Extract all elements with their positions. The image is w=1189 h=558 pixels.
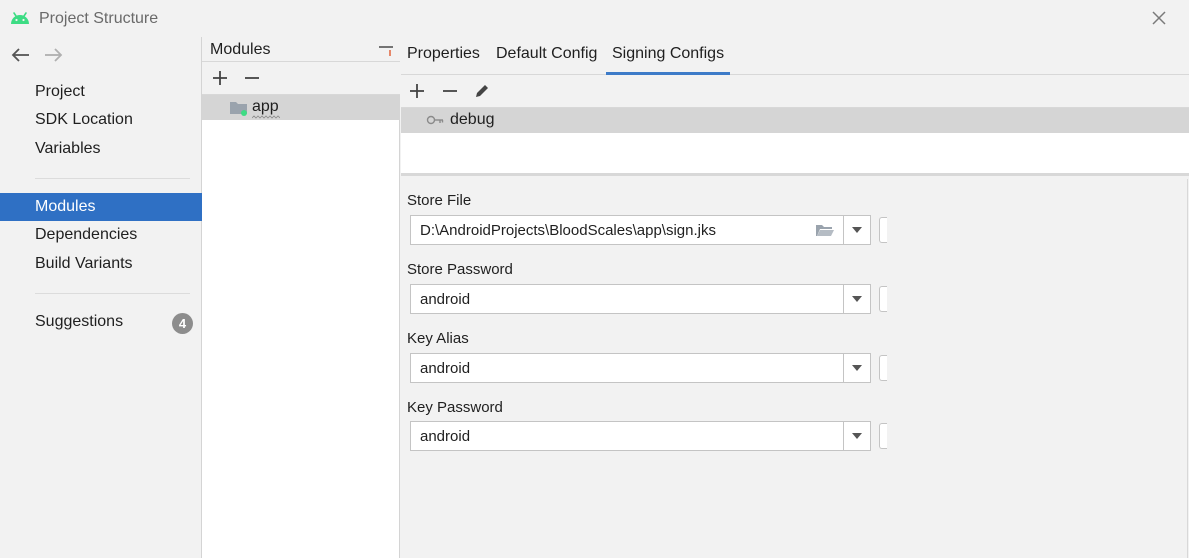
sidebar: Project SDK Location Variables Modules D…	[0, 37, 202, 558]
signing-configs-toolbar	[401, 75, 1189, 108]
nav-item-label: Modules	[35, 198, 96, 215]
key-icon	[426, 115, 444, 125]
nav-separator	[35, 178, 190, 179]
store-password-label: Store Password	[407, 261, 513, 278]
module-item-app[interactable]: app	[202, 95, 400, 120]
combobox-divider	[843, 422, 844, 450]
chevron-down-icon[interactable]	[851, 432, 863, 440]
modules-toolbar	[202, 62, 400, 95]
minimize-panel-icon[interactable]	[378, 45, 394, 57]
nav-item-label: Variables	[35, 140, 101, 157]
tab-label: Properties	[407, 45, 480, 62]
nav-item-label: SDK Location	[35, 111, 133, 128]
nav-separator	[35, 293, 190, 294]
store-file-label: Store File	[407, 192, 472, 209]
nav-item-label: Project	[35, 83, 85, 100]
nav-item-variables[interactable]: Variables	[0, 135, 202, 163]
key-alias-value: android	[420, 360, 471, 377]
modules-header-label: Modules	[210, 41, 271, 58]
signing-configs-list: debug	[401, 108, 1189, 176]
nav-item-label: Dependencies	[35, 226, 138, 243]
modules-header: Modules	[202, 37, 400, 62]
spelling-underline	[252, 115, 280, 119]
nav-item-sdk-location[interactable]: SDK Location	[0, 106, 202, 134]
key-alias-combobox[interactable]: android	[410, 353, 871, 383]
store-password-combobox[interactable]: android	[410, 284, 871, 314]
forward-arrow-icon[interactable]	[42, 45, 64, 65]
window-title: Project Structure	[39, 10, 159, 27]
nav-item-label: Suggestions	[35, 313, 124, 330]
add-icon[interactable]	[408, 82, 426, 100]
key-password-combobox[interactable]: android	[410, 421, 871, 451]
add-icon[interactable]	[211, 69, 229, 87]
close-icon[interactable]	[1150, 9, 1168, 27]
key-password-label: Key Password	[407, 399, 503, 416]
chevron-down-icon[interactable]	[851, 364, 863, 372]
nav-item-dependencies[interactable]: Dependencies	[0, 221, 202, 249]
nav-item-build-variants[interactable]: Build Variants	[0, 250, 202, 278]
tab-default-config[interactable]: Default Config	[496, 45, 597, 75]
signing-config-form: Store File D:\AndroidProjects\BloodScale…	[401, 179, 1188, 558]
nav-item-project[interactable]: Project	[0, 78, 202, 106]
tab-signing-configs[interactable]: Signing Configs	[606, 45, 731, 75]
remove-icon[interactable]	[441, 82, 459, 100]
chevron-down-icon[interactable]	[851, 295, 863, 303]
android-icon	[11, 12, 29, 24]
store-file-variable-button[interactable]	[879, 217, 887, 243]
module-name: app	[252, 98, 279, 115]
store-file-value: D:\AndroidProjects\BloodScales\app\sign.…	[420, 222, 716, 239]
combobox-divider	[843, 285, 844, 313]
back-arrow-icon[interactable]	[10, 45, 32, 65]
nav-item-label: Build Variants	[35, 255, 133, 272]
tab-properties[interactable]: Properties	[407, 45, 480, 75]
settings-tabs: Properties Default Config Signing Config…	[401, 37, 1189, 75]
combobox-divider	[843, 216, 844, 244]
nav-item-modules[interactable]: Modules	[0, 193, 202, 221]
combobox-divider	[843, 354, 844, 382]
edit-pencil-icon[interactable]	[473, 82, 491, 100]
key-alias-variable-button[interactable]	[879, 355, 887, 381]
title-bar: Project Structure	[0, 0, 1189, 37]
signing-config-name: debug	[450, 111, 495, 128]
chevron-down-icon[interactable]	[851, 226, 863, 234]
browse-folder-icon[interactable]	[815, 222, 835, 238]
key-password-value: android	[420, 428, 471, 445]
key-alias-label: Key Alias	[407, 330, 469, 347]
suggestions-count-badge: 4	[172, 313, 193, 334]
store-password-value: android	[420, 291, 471, 308]
tab-label: Signing Configs	[612, 45, 725, 62]
remove-icon[interactable]	[243, 69, 261, 87]
store-file-combobox[interactable]: D:\AndroidProjects\BloodScales\app\sign.…	[410, 215, 871, 245]
store-password-variable-button[interactable]	[879, 286, 887, 312]
key-password-variable-button[interactable]	[879, 423, 887, 449]
signing-config-item-debug[interactable]: debug	[401, 108, 1189, 133]
nav-item-suggestions[interactable]: Suggestions 4	[0, 308, 202, 336]
module-settings-panel: Properties Default Config Signing Config…	[401, 37, 1189, 558]
modules-panel: Modules app	[202, 37, 400, 558]
tab-label: Default Config	[496, 45, 598, 62]
module-folder-icon	[230, 102, 247, 116]
